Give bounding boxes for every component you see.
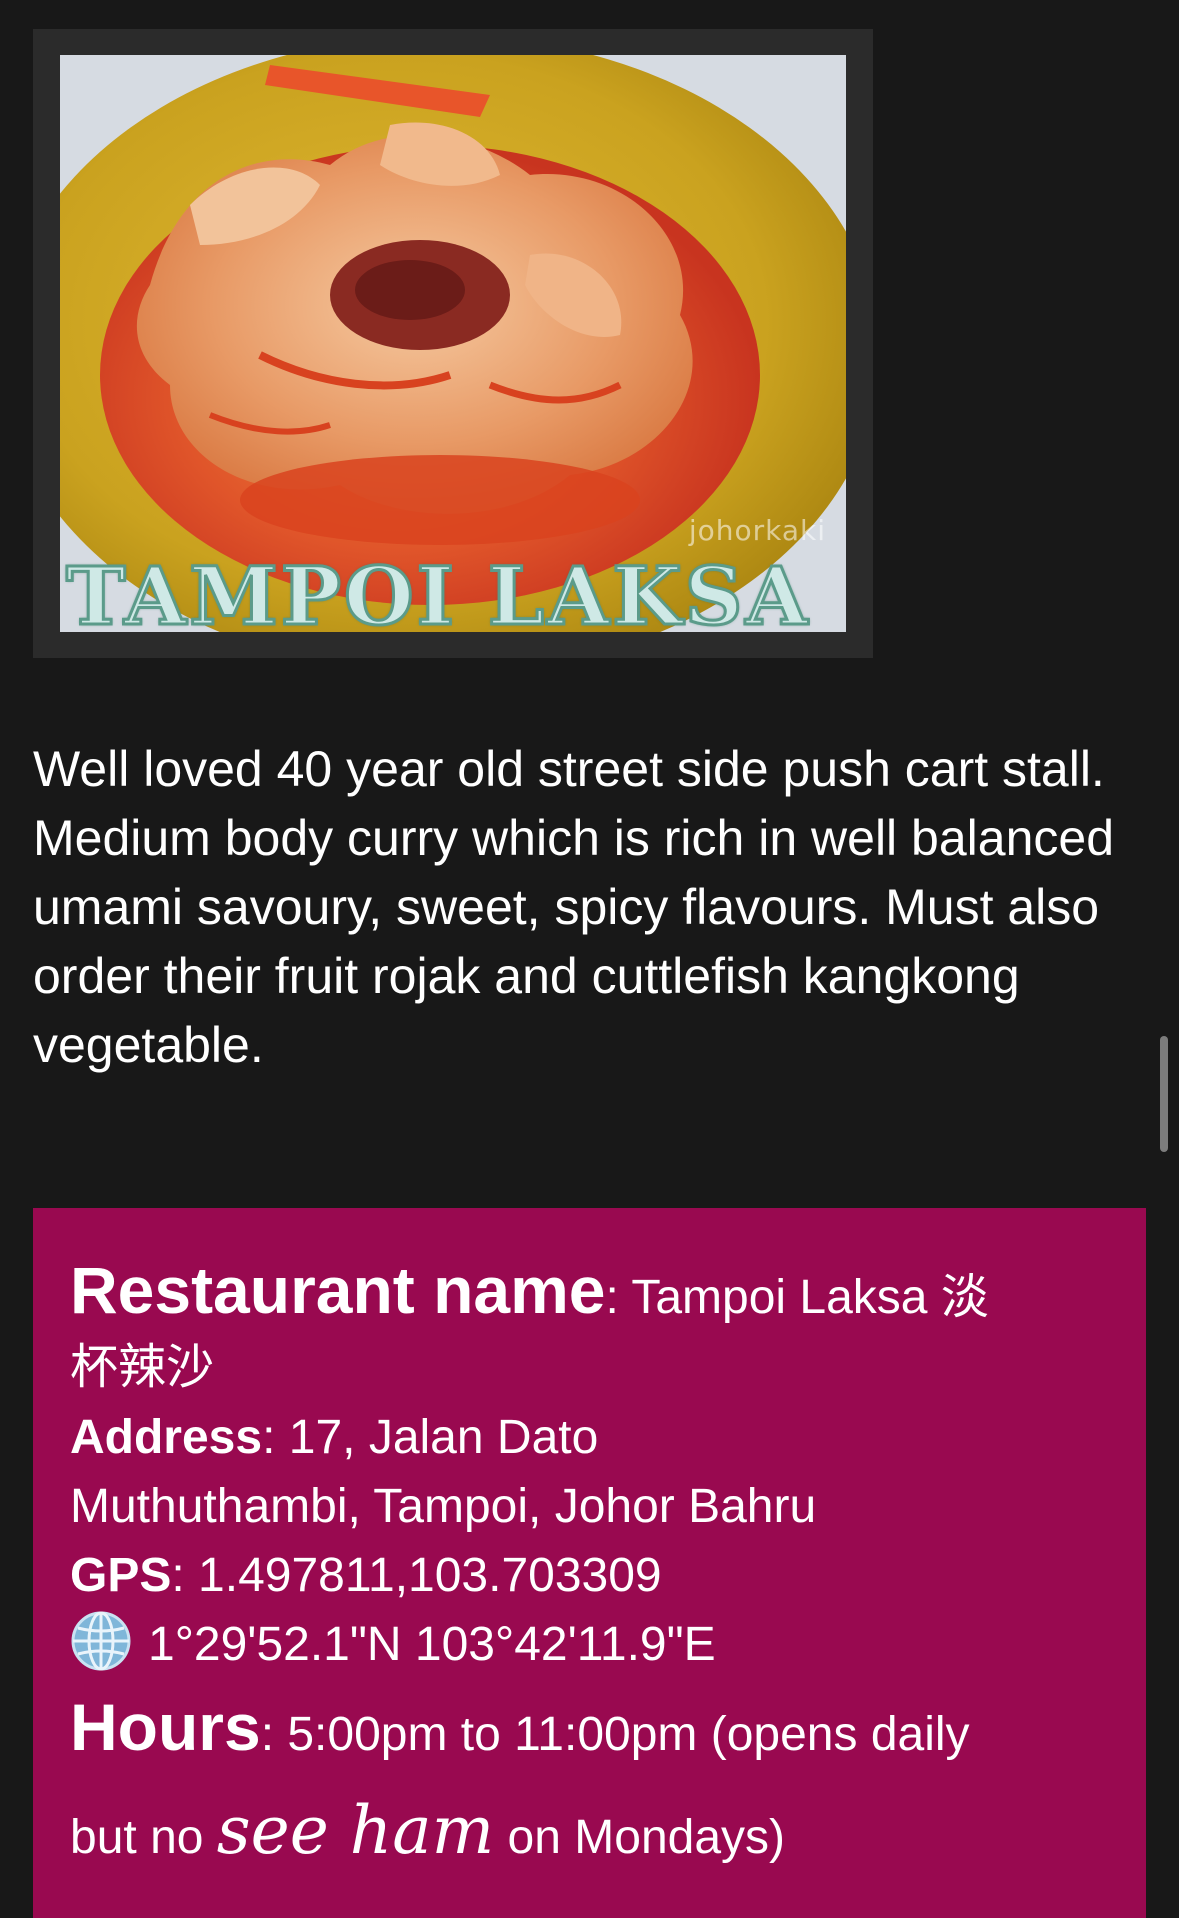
address-value: 17, Jalan Dato	[288, 1411, 599, 1464]
restaurant-name-value: Tampoi Laksa 淡	[631, 1271, 989, 1324]
gps-label: GPS	[70, 1549, 172, 1602]
hours-row: Hours: 5:00pm to 11:00pm (opens daily	[70, 1690, 970, 1764]
address-label: Address	[70, 1411, 263, 1464]
gps-row: GPS: 1.497811,103.703309	[70, 1549, 662, 1602]
hours-value-2-end: on Mondays)	[494, 1811, 786, 1864]
scrollbar-thumb[interactable]	[1160, 1036, 1168, 1152]
coordinates-row[interactable]: 1°29'52.1"N 103°42'11.9"E	[70, 1610, 1110, 1679]
address-row: Address: 17, Jalan Dato	[70, 1411, 599, 1464]
photo-watermark: johorkaki	[688, 514, 826, 547]
restaurant-name-value-2: 杯辣沙	[70, 1341, 215, 1394]
gps-value: 1.497811,103.703309	[198, 1549, 662, 1602]
restaurant-name-row: Restaurant name: Tampoi Laksa 淡	[70, 1253, 989, 1327]
hours-label: Hours	[70, 1690, 261, 1764]
page: johorkaki TAMPOI LAKSA Well loved 40 yea…	[0, 0, 1179, 1918]
photo-card: johorkaki TAMPOI LAKSA	[33, 29, 873, 658]
restaurant-name-row-2: 杯辣沙	[70, 1333, 1110, 1403]
hours-value: 5:00pm to 11:00pm (opens daily	[287, 1708, 970, 1761]
address-value-2: Muthuthambi, Tampoi, Johor Bahru	[70, 1480, 817, 1533]
restaurant-name-label: Restaurant name	[70, 1253, 606, 1327]
laksa-photo: johorkaki TAMPOI LAKSA	[60, 55, 846, 632]
coordinates-value: 1°29'52.1"N 103°42'11.9"E	[148, 1618, 716, 1671]
restaurant-description: Well loved 40 year old street side push …	[33, 741, 1115, 1073]
globe-icon	[71, 1611, 131, 1671]
hours-value-2-start: but no	[70, 1811, 217, 1864]
address-row-2: Muthuthambi, Tampoi, Johor Bahru	[70, 1472, 1110, 1541]
see-ham-text: see ham	[216, 1792, 495, 1869]
photo-caption: TAMPOI LAKSA	[65, 549, 811, 633]
hours-row-2: but no see ham on Mondays)	[70, 1783, 1110, 1886]
restaurant-info-box: Restaurant name: Tampoi Laksa 淡 杯辣沙 Addr…	[33, 1208, 1146, 1918]
restaurant-info-content: Restaurant name: Tampoi Laksa 淡 杯辣沙 Addr…	[70, 1255, 1110, 1886]
